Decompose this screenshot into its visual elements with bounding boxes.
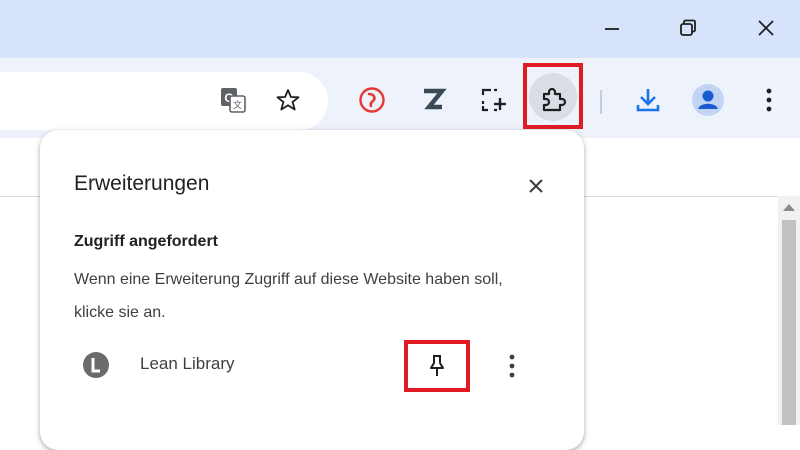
close-icon	[529, 179, 543, 193]
z-extension-button[interactable]	[413, 80, 453, 120]
bookmark-star-icon	[276, 89, 300, 111]
download-button[interactable]	[628, 80, 668, 120]
extension-more-button[interactable]	[498, 346, 526, 386]
extension-name: Lean Library	[140, 354, 235, 373]
close-window-button[interactable]	[746, 10, 786, 46]
access-requested-text: Wenn eine Erweiterung Zugriff auf diese …	[74, 271, 503, 321]
window-titlebar	[0, 0, 800, 58]
restore-icon	[680, 19, 696, 36]
red-extension-icon	[359, 87, 385, 113]
scroll-up-arrow-icon[interactable]	[783, 204, 795, 211]
more-menu-button[interactable]	[749, 80, 789, 120]
download-icon	[636, 89, 660, 112]
restore-button[interactable]	[668, 10, 708, 46]
more-vert-icon	[509, 354, 515, 378]
lean-library-icon	[83, 352, 109, 378]
red-extension-button[interactable]	[352, 80, 392, 120]
more-menu-icon	[766, 88, 772, 112]
svg-text:文: 文	[233, 99, 242, 111]
close-icon	[758, 20, 774, 36]
minimize-icon	[605, 28, 619, 30]
toolbar-separator	[600, 90, 602, 114]
screenshot-extension-icon	[481, 88, 506, 112]
z-extension-icon	[424, 88, 447, 110]
extensions-button-highlight	[523, 63, 583, 129]
profile-button[interactable]	[688, 80, 728, 120]
browser-toolbar: G 文	[0, 58, 800, 138]
bookmark-star-button[interactable]	[268, 80, 308, 120]
popup-close-button[interactable]	[518, 168, 554, 204]
pin-button-highlight	[404, 340, 470, 392]
minimize-button[interactable]	[592, 10, 632, 46]
access-requested-heading: Zugriff angefordert	[74, 233, 218, 250]
extensions-popup: Erweiterungen Zugriff angefordert Wenn e…	[40, 130, 584, 450]
translate-button[interactable]: G 文	[213, 80, 253, 120]
scrollbar-thumb[interactable]	[782, 220, 796, 425]
translate-icon: G 文	[221, 88, 246, 113]
screenshot-extension-button[interactable]	[473, 80, 513, 120]
popup-title: Erweiterungen	[74, 172, 210, 195]
profile-avatar-icon	[692, 84, 724, 116]
